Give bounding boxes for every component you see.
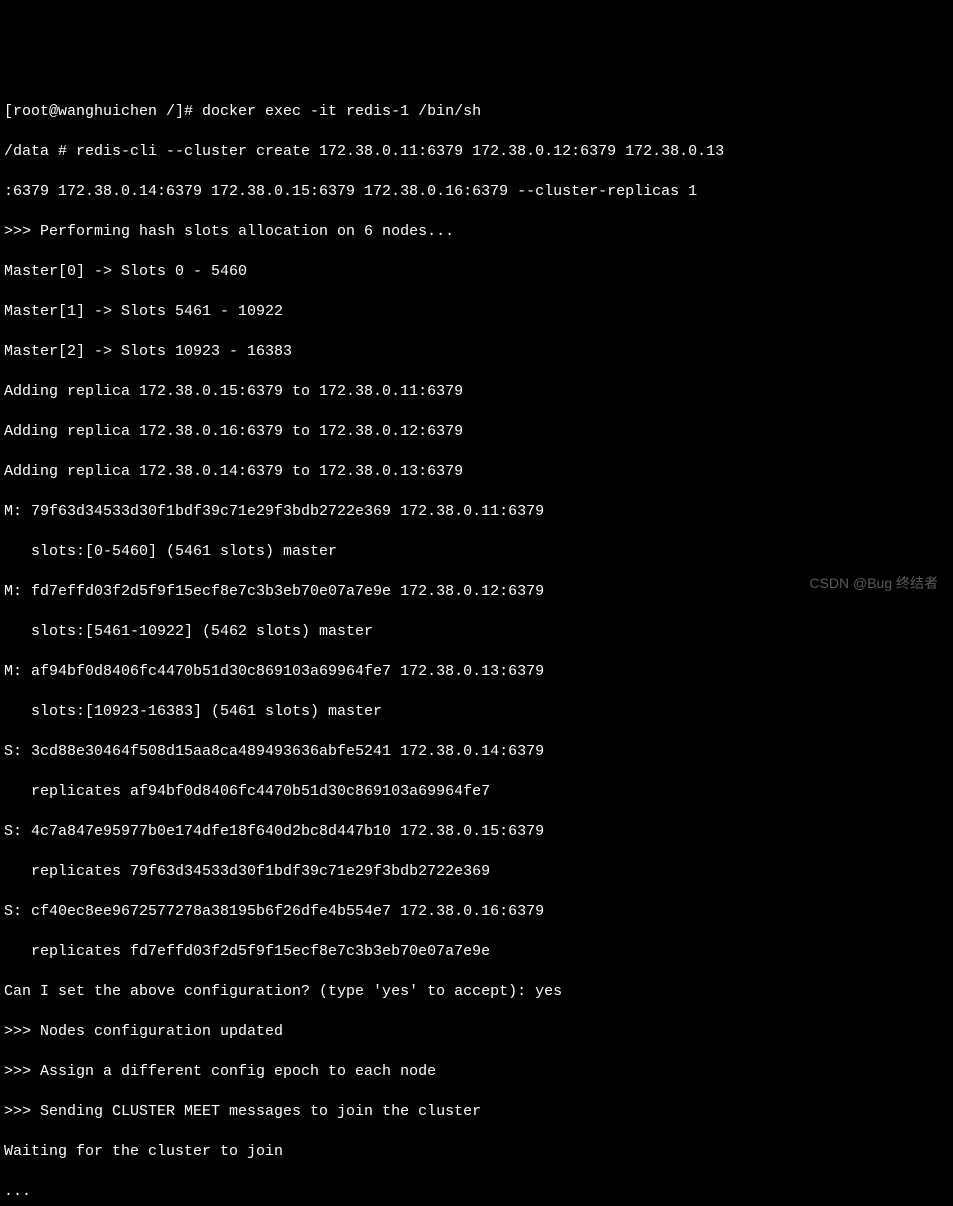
- terminal-line: M: fd7effd03f2d5f9f15ecf8e7c3b3eb70e07a7…: [4, 582, 949, 602]
- terminal-line: :6379 172.38.0.14:6379 172.38.0.15:6379 …: [4, 182, 949, 202]
- terminal-line: Can I set the above configuration? (type…: [4, 982, 949, 1002]
- terminal-line: Adding replica 172.38.0.16:6379 to 172.3…: [4, 422, 949, 442]
- terminal-output[interactable]: [root@wanghuichen /]# docker exec -it re…: [4, 82, 949, 1206]
- terminal-line: M: 79f63d34533d30f1bdf39c71e29f3bdb2722e…: [4, 502, 949, 522]
- terminal-line: S: 3cd88e30464f508d15aa8ca489493636abfe5…: [4, 742, 949, 762]
- terminal-line: [root@wanghuichen /]# docker exec -it re…: [4, 102, 949, 122]
- terminal-line: Master[1] -> Slots 5461 - 10922: [4, 302, 949, 322]
- watermark-text: CSDN @Bug 终结者: [809, 573, 938, 593]
- terminal-line: >>> Performing hash slots allocation on …: [4, 222, 949, 242]
- terminal-line: M: af94bf0d8406fc4470b51d30c869103a69964…: [4, 662, 949, 682]
- terminal-line: Adding replica 172.38.0.14:6379 to 172.3…: [4, 462, 949, 482]
- terminal-line: >>> Assign a different config epoch to e…: [4, 1062, 949, 1082]
- terminal-line: /data # redis-cli --cluster create 172.3…: [4, 142, 949, 162]
- terminal-line: Master[0] -> Slots 0 - 5460: [4, 262, 949, 282]
- terminal-line: replicates 79f63d34533d30f1bdf39c71e29f3…: [4, 862, 949, 882]
- terminal-line: >>> Nodes configuration updated: [4, 1022, 949, 1042]
- terminal-line: S: 4c7a847e95977b0e174dfe18f640d2bc8d447…: [4, 822, 949, 842]
- terminal-line: replicates fd7effd03f2d5f9f15ecf8e7c3b3e…: [4, 942, 949, 962]
- terminal-line: ...: [4, 1182, 949, 1202]
- terminal-line: replicates af94bf0d8406fc4470b51d30c8691…: [4, 782, 949, 802]
- terminal-line: slots:[5461-10922] (5462 slots) master: [4, 622, 949, 642]
- terminal-line: >>> Sending CLUSTER MEET messages to joi…: [4, 1102, 949, 1122]
- terminal-line: Master[2] -> Slots 10923 - 16383: [4, 342, 949, 362]
- terminal-line: slots:[10923-16383] (5461 slots) master: [4, 702, 949, 722]
- terminal-line: Waiting for the cluster to join: [4, 1142, 949, 1162]
- terminal-line: Adding replica 172.38.0.15:6379 to 172.3…: [4, 382, 949, 402]
- terminal-line: S: cf40ec8ee9672577278a38195b6f26dfe4b55…: [4, 902, 949, 922]
- terminal-line: slots:[0-5460] (5461 slots) master: [4, 542, 949, 562]
